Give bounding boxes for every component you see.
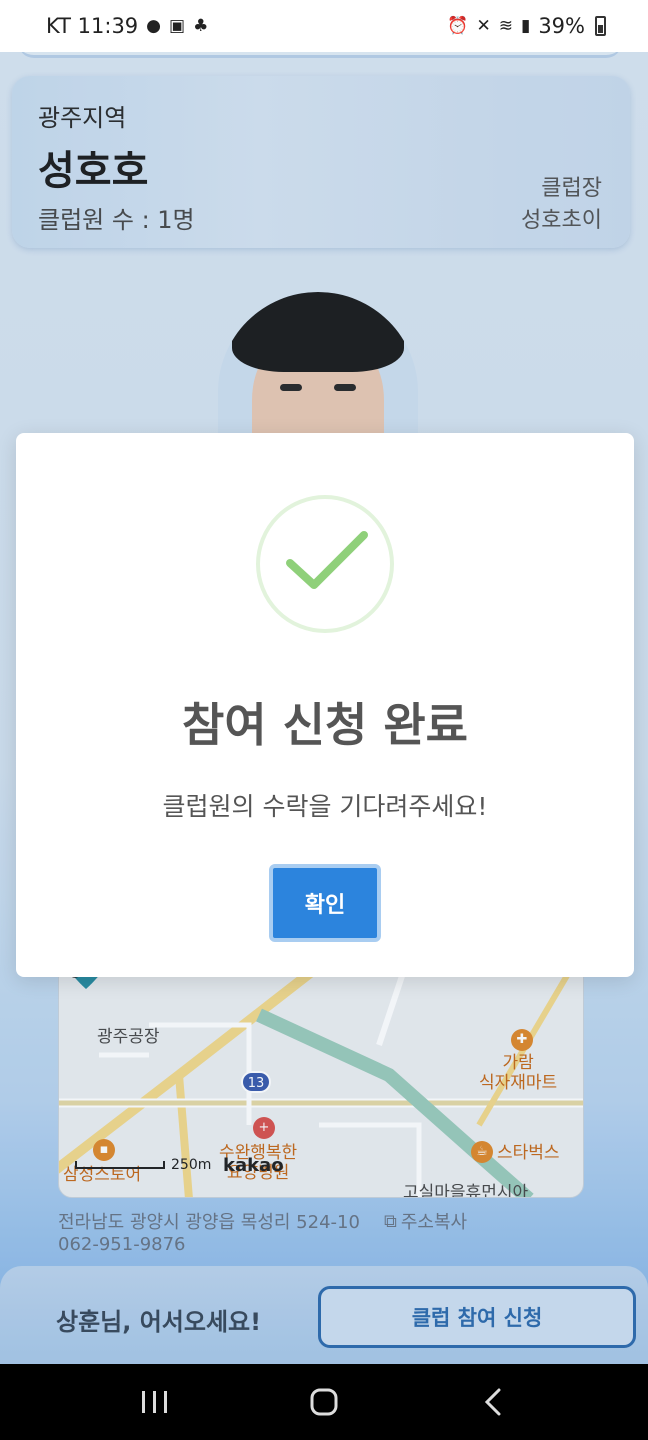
club-region: 광주지역 (38, 104, 127, 132)
copy-icon: ⧉ (384, 1210, 397, 1232)
profile-hair (232, 292, 404, 372)
leader-label: 클럽장 (541, 176, 602, 201)
back-button[interactable] (463, 1372, 523, 1432)
member-count: 클럽원 수 : 1명 (38, 206, 195, 234)
back-icon (485, 1388, 501, 1416)
profile-eye-right (334, 384, 356, 391)
cart-icon: ✚ (511, 1029, 533, 1051)
dialog-title: 참여 신청 완료 (182, 698, 468, 752)
confirm-button[interactable]: 확인 (269, 864, 381, 942)
greeting-text: 상훈님, 어서오세요! (56, 1308, 262, 1336)
mute-icon: ✕ (476, 16, 491, 36)
home-icon (310, 1388, 338, 1416)
battery-icon (595, 16, 606, 36)
copy-address-label: 주소복사 (400, 1212, 468, 1233)
talk-icon: ● (146, 16, 162, 36)
recent-apps-icon (141, 1391, 167, 1413)
hospital-icon: + (253, 1117, 275, 1139)
application-complete-dialog: 참여 신청 완료 클럽원의 수락을 기다려주세요! 확인 (16, 433, 634, 977)
signal-icon: ▮ (520, 16, 531, 36)
map-label-store: 가람 식자재마트 (479, 1053, 558, 1093)
gallery-icon: ▣ (169, 16, 186, 36)
shop-icon: ▪ (93, 1139, 115, 1161)
app-icon: ♣ (193, 16, 209, 36)
status-right: ⏰ ✕ ≋ ▮ 39% (447, 14, 606, 38)
club-address: 전라남도 광양시 광양읍 목성리 524-10 (58, 1212, 360, 1233)
battery-percent: 39% (538, 14, 585, 38)
club-name: 성호호 (38, 148, 149, 194)
route-badge: 13 (241, 1071, 271, 1093)
join-club-button[interactable]: 클럽 참여 신청 (318, 1286, 636, 1348)
carrier-time: KT 11:39 (46, 14, 139, 38)
map-provider-logo: kakao (223, 1155, 284, 1176)
club-info-card: 광주지역 성호호 클럽원 수 : 1명 클럽장 성호초이 (12, 76, 630, 248)
map-label-starbucks: 스타벅스 (497, 1143, 560, 1163)
profile-eye-left (280, 384, 302, 391)
status-left: KT 11:39 ● ▣ ♣ (46, 14, 208, 38)
bottom-action-bar: 상훈님, 어서오세요! 클럽 참여 신청 (0, 1266, 648, 1364)
leader-name: 성호초이 (521, 208, 602, 233)
map-label-apartment: 고실마을휴먼시아 8단지아파트 (403, 1183, 529, 1198)
map-scale-text: 250m (171, 1157, 212, 1173)
recent-apps-button[interactable] (125, 1372, 185, 1432)
map-label-factory: 광주공장 (97, 1027, 160, 1047)
map-scale-bar (75, 1161, 165, 1169)
system-navigation-bar (0, 1364, 648, 1440)
wifi-icon: ≋ (498, 16, 513, 36)
copy-address-button[interactable]: ⧉ 주소복사 (384, 1208, 467, 1234)
status-bar: KT 11:39 ● ▣ ♣ ⏰ ✕ ≋ ▮ 39% (0, 0, 648, 52)
home-button[interactable] (294, 1372, 354, 1432)
cafe-icon: ☕ (471, 1141, 493, 1163)
dialog-message: 클럽원의 수락을 기다려주세요! (162, 792, 488, 821)
alarm-icon: ⏰ (447, 16, 469, 36)
check-circle-icon (256, 495, 394, 633)
club-phone: 062-951-9876 (58, 1234, 186, 1255)
checkmark-icon (286, 531, 368, 589)
